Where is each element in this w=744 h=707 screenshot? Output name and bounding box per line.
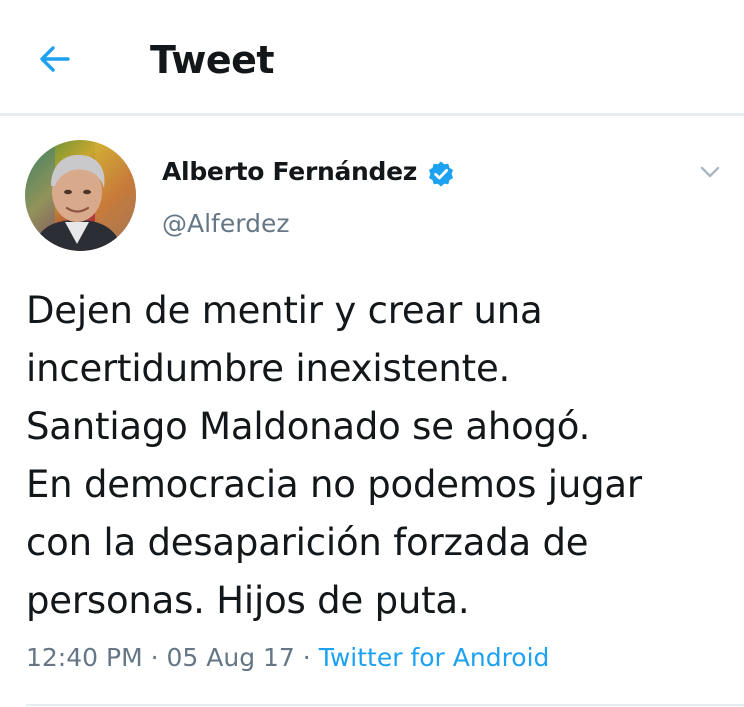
author-name[interactable]: Alberto Fernández: [162, 155, 417, 189]
tweet-meta: 12:40 PM · 05 Aug 17 · Twitter for Andro…: [26, 638, 549, 678]
author-handle[interactable]: @Alferdez: [162, 207, 289, 241]
chevron-down-icon: [700, 166, 720, 178]
back-arrow-icon: [40, 46, 70, 72]
tweet-text: Dejen de mentir y crear una incertidumbr…: [26, 289, 642, 622]
tweet-source-link[interactable]: Twitter for Android: [319, 643, 550, 672]
back-button[interactable]: [30, 36, 80, 82]
verified-badge-icon: [429, 161, 453, 187]
divider: [26, 704, 744, 706]
tweet-date: 05 Aug 17: [166, 643, 295, 672]
tweet-options-button[interactable]: [694, 156, 726, 188]
avatar[interactable]: [25, 140, 136, 251]
meta-separator: ·: [302, 643, 311, 672]
page-title: Tweet: [150, 38, 275, 82]
tweet-time: 12:40 PM: [26, 643, 143, 672]
app-header: Tweet: [0, 0, 744, 116]
meta-separator: ·: [150, 643, 159, 672]
